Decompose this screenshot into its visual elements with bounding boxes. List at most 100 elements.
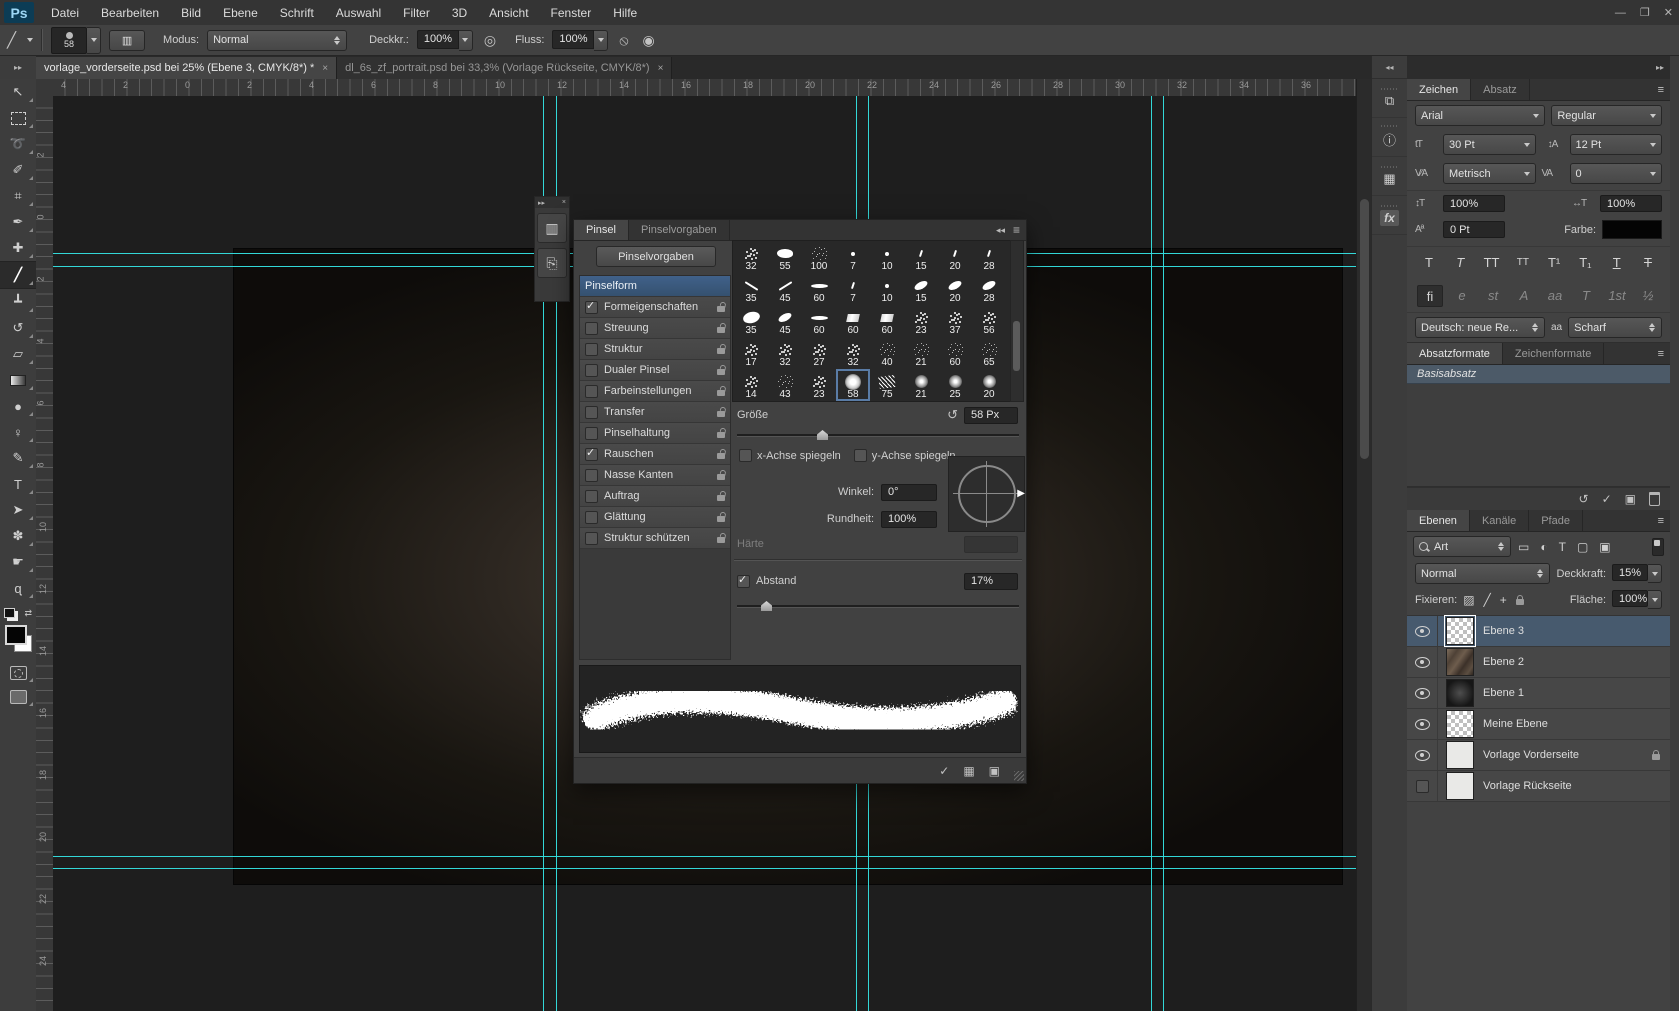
size-reset-icon[interactable]: ↺ <box>947 407 958 423</box>
lock-icon[interactable] <box>717 474 725 480</box>
brush-tip-43[interactable]: 43 <box>768 369 802 401</box>
lock-icon[interactable] <box>717 432 725 438</box>
opacity-arrow[interactable] <box>459 30 473 51</box>
menu-item-bearbeiten[interactable]: Bearbeiten <box>90 0 170 25</box>
menu-item-ebene[interactable]: Ebene <box>212 0 269 25</box>
brush-tip-21[interactable]: 21 <box>904 369 938 401</box>
filter-shape-layers-icon[interactable]: ▢ <box>1577 540 1588 554</box>
tab-kanaele[interactable]: Kanäle <box>1470 510 1529 531</box>
brush-tip-27[interactable]: 27 <box>802 337 836 369</box>
section-checkbox[interactable] <box>585 301 598 314</box>
contextual-alternates-button[interactable]: aa <box>1543 285 1567 305</box>
horizontal-scale-value[interactable]: 100% <box>1600 195 1662 212</box>
custom-shape-tool[interactable]: ✽ <box>0 523 36 549</box>
new-brush-icon[interactable]: ▣ <box>989 764 1000 778</box>
tab-pinsel[interactable]: Pinsel <box>574 220 629 240</box>
filter-pixel-layers-icon[interactable]: ▭ <box>1518 540 1529 554</box>
brush-presets-button[interactable]: Pinselvorgaben <box>596 246 716 267</box>
move-tool[interactable]: ↖ <box>0 79 36 105</box>
lock-icon[interactable] <box>717 516 725 522</box>
fractions-button[interactable]: ½ <box>1636 285 1660 305</box>
eye-icon[interactable] <box>1415 657 1430 668</box>
lock-icon[interactable] <box>717 348 725 354</box>
visibility-cell[interactable] <box>1407 616 1438 646</box>
abstand-value[interactable]: 17% <box>964 573 1018 590</box>
lock-pixels-icon[interactable]: ╱ <box>1484 593 1491 607</box>
brush-tip-7[interactable]: 7 <box>836 273 870 305</box>
brush-tip-60[interactable]: 60 <box>802 305 836 337</box>
toggle-brush-panel-button[interactable]: ▥ <box>109 30 145 51</box>
layer-row[interactable]: Ebene 2 <box>1407 647 1670 678</box>
flip-x-checkbox[interactable] <box>739 449 752 462</box>
clone-source-dock-icon[interactable]: ⎘ <box>537 248 567 278</box>
eyedropper-tool[interactable]: ✒ <box>0 209 36 235</box>
minimize-icon[interactable]: — <box>1615 7 1626 19</box>
brush-section-nasse-kanten[interactable]: Nasse Kanten <box>580 465 730 486</box>
flaeche-field[interactable]: 100% <box>1612 590 1662 609</box>
font-size-dropdown[interactable]: 30 Pt <box>1443 134 1536 155</box>
brush-tip-45[interactable]: 45 <box>768 305 802 337</box>
dodge-tool[interactable]: ♀ <box>0 419 36 445</box>
deckkraft-field[interactable]: 15% <box>1612 564 1662 583</box>
antialias-dropdown[interactable]: Scharf <box>1568 317 1662 338</box>
strikethrough-button[interactable]: T <box>1636 252 1660 272</box>
rundheit-value[interactable]: 100% <box>881 511 937 528</box>
section-checkbox[interactable] <box>585 511 598 524</box>
quick-mask-button[interactable] <box>0 661 36 685</box>
brush-section-pinselhaltung[interactable]: Pinselhaltung <box>580 423 730 444</box>
document-tab[interactable]: vorlage_vorderseite.psd bei 25% (Ebene 3… <box>36 57 337 79</box>
menu-item-auswahl[interactable]: Auswahl <box>325 0 392 25</box>
tab-pinselvorgaben[interactable]: Pinselvorgaben <box>629 220 730 240</box>
type-tool[interactable]: T <box>0 471 36 497</box>
tab-absatzformate[interactable]: Absatzformate <box>1407 343 1503 364</box>
brush-tip-23[interactable]: 23 <box>802 369 836 401</box>
brush-panel-dock-icon[interactable]: ▥ <box>537 213 567 243</box>
eye-icon[interactable] <box>1415 626 1430 637</box>
brush-tip-58[interactable]: 58 <box>836 369 870 401</box>
visibility-cell[interactable] <box>1407 709 1438 739</box>
brush-tip-37[interactable]: 37 <box>938 305 972 337</box>
brush-tool-preset-icon[interactable]: ╱ <box>4 31 19 49</box>
lock-icon[interactable] <box>717 453 725 459</box>
section-checkbox[interactable] <box>585 343 598 356</box>
ordinals-button[interactable]: 1st <box>1605 285 1629 305</box>
brush-section-formeigenschaften[interactable]: Formeigenschaften <box>580 297 730 318</box>
tab-close-icon[interactable]: × <box>322 63 328 74</box>
restore-icon[interactable]: ❐ <box>1640 6 1650 19</box>
eye-icon[interactable] <box>1415 750 1430 761</box>
brush-tip-35[interactable]: 35 <box>734 273 768 305</box>
lock-all-icon[interactable] <box>1516 599 1524 605</box>
tab-zeichen[interactable]: Zeichen <box>1407 79 1471 100</box>
menu-item-schrift[interactable]: Schrift <box>269 0 325 25</box>
lock-icon[interactable] <box>717 495 725 501</box>
visibility-cell[interactable] <box>1407 771 1438 801</box>
info-icon[interactable]: ⓘ <box>1372 118 1407 157</box>
layer-row[interactable]: Vorlage Vorderseite <box>1407 740 1670 771</box>
brush-tip-75[interactable]: 75 <box>870 369 904 401</box>
default-colors-icon[interactable] <box>4 608 15 618</box>
lock-icon[interactable] <box>717 369 725 375</box>
menu-item-fenster[interactable]: Fenster <box>540 0 603 25</box>
brush-tip-28[interactable]: 28 <box>972 273 1006 305</box>
panel-group-collapse-icon[interactable]: ▸▸ <box>1407 56 1670 79</box>
panel-menu-icon[interactable]: ≡ <box>1658 343 1670 364</box>
flow-field[interactable]: 100% <box>552 30 608 51</box>
layer-row[interactable]: Vorlage Rückseite <box>1407 771 1670 802</box>
faux-italic-button[interactable]: T <box>1448 252 1472 272</box>
text-color-swatch[interactable] <box>1602 220 1662 239</box>
menu-item-bild[interactable]: Bild <box>170 0 212 25</box>
tracking-dropdown[interactable]: 0 <box>1570 163 1663 184</box>
brush-tip-20[interactable]: 20 <box>938 273 972 305</box>
deckkraft-arrow[interactable] <box>1648 564 1662 583</box>
brush-section-glättung[interactable]: Glättung <box>580 507 730 528</box>
foreground-color-swatch[interactable] <box>5 625 27 645</box>
visibility-cell[interactable] <box>1407 678 1438 708</box>
baseline-shift-value[interactable]: 0 Pt <box>1443 221 1505 238</box>
brush-section-pinselform[interactable]: Pinselform <box>580 276 730 297</box>
menu-item-datei[interactable]: Datei <box>40 0 90 25</box>
layer-thumbnail[interactable] <box>1446 741 1474 769</box>
brush-tip-10[interactable]: 10 <box>870 241 904 273</box>
tab-zeichenformate[interactable]: Zeichenformate <box>1503 343 1604 364</box>
brush-tip-23[interactable]: 23 <box>904 305 938 337</box>
swap-colors-icon[interactable]: ⇄ <box>24 608 32 619</box>
